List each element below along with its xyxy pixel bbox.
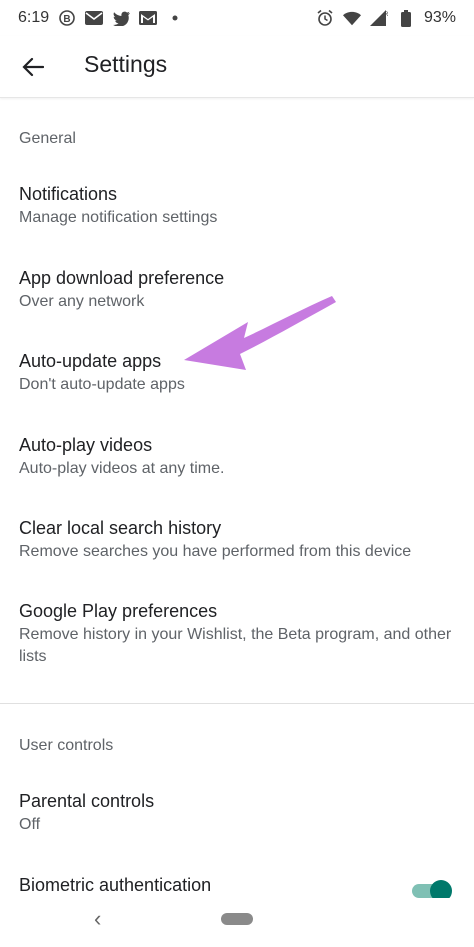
item-title: Clear local search history bbox=[19, 518, 222, 538]
item-title: Biometric authentication bbox=[19, 875, 212, 895]
battery-icon bbox=[397, 9, 415, 27]
section-header-user-controls: User controls bbox=[19, 737, 114, 754]
settings-item-clear-search-history[interactable]: Clear local search history Remove search… bbox=[0, 516, 474, 563]
twitter-icon bbox=[112, 9, 131, 27]
item-subtitle: Manage notification settings bbox=[19, 209, 218, 226]
biometric-toggle[interactable] bbox=[412, 880, 452, 902]
mail-icon bbox=[85, 9, 104, 27]
item-title: Google Play preferences bbox=[19, 601, 218, 621]
nav-back-icon[interactable]: ‹ bbox=[94, 906, 101, 932]
item-title: App download preference bbox=[19, 268, 225, 288]
section-divider bbox=[0, 703, 474, 704]
settings-item-auto-play-videos[interactable]: Auto-play videos Auto-play videos at any… bbox=[0, 433, 474, 480]
notification-dot-icon bbox=[166, 9, 184, 27]
gmail-icon bbox=[139, 9, 158, 27]
item-title: Auto-play videos bbox=[19, 435, 153, 455]
item-subtitle: Remove history in your Wishlist, the Bet… bbox=[19, 626, 452, 665]
annotation-arrow-icon bbox=[184, 296, 336, 370]
cell-signal-icon: R bbox=[369, 9, 388, 27]
wifi-icon bbox=[342, 9, 361, 27]
nav-home-pill-icon[interactable] bbox=[221, 913, 253, 925]
svg-text:R: R bbox=[384, 12, 388, 18]
settings-item-parental-controls[interactable]: Parental controls Off bbox=[0, 789, 474, 836]
back-button[interactable] bbox=[18, 52, 48, 82]
item-title: Parental controls bbox=[19, 791, 155, 811]
settings-item-google-play-preferences[interactable]: Google Play preferences Remove history i… bbox=[0, 599, 474, 668]
page-title: Settings bbox=[84, 51, 168, 77]
app-bar: Settings bbox=[0, 36, 474, 98]
arrow-back-icon bbox=[22, 57, 44, 77]
item-subtitle: Off bbox=[19, 816, 41, 833]
status-bar: 6:19 B R 93% bbox=[0, 0, 474, 36]
status-left: 6:19 B bbox=[18, 9, 184, 27]
svg-text:B: B bbox=[64, 14, 71, 25]
b-circle-icon: B bbox=[58, 9, 76, 27]
item-subtitle: Don't auto-update apps bbox=[19, 376, 185, 393]
status-right: R 93% bbox=[316, 9, 456, 27]
item-subtitle: Auto-play videos at any time. bbox=[19, 460, 225, 477]
item-title: Notifications bbox=[19, 184, 118, 204]
system-nav-bar: ‹ bbox=[0, 898, 474, 947]
alarm-icon bbox=[316, 9, 334, 27]
section-header-general: General bbox=[19, 130, 76, 147]
status-time: 6:19 bbox=[18, 9, 50, 26]
battery-percent: 93% bbox=[423, 9, 456, 26]
settings-item-notifications[interactable]: Notifications Manage notification settin… bbox=[0, 182, 474, 229]
settings-item-biometric-authentication[interactable]: Biometric authentication bbox=[0, 873, 474, 897]
item-subtitle: Remove searches you have performed from … bbox=[19, 543, 412, 560]
